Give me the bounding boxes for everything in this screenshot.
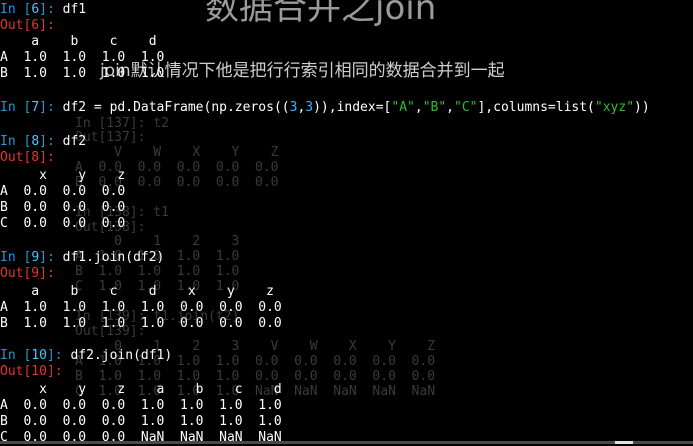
input-line: In [10]: df2.join(df1): [0, 348, 173, 363]
output-row: a b c d: [0, 34, 157, 49]
output-row: x y z: [0, 168, 126, 183]
code-text: df1: [62, 2, 87, 17]
code-text: df1.join(df2): [62, 250, 165, 265]
ghost-line: V W X Y Z: [75, 145, 279, 160]
input-line: In [9]: df1.join(df2): [0, 250, 165, 265]
output-row: a b c d x y z: [0, 284, 274, 299]
output-row: C 0.0 0.0 0.0: [0, 216, 126, 231]
output-prompt: Out[6]:: [0, 18, 55, 33]
ghost-line: 0 1 2 3: [75, 234, 240, 249]
output-row: A 0.0 0.0 0.0: [0, 184, 126, 199]
output-row: B 1.0 1.0 1.0 1.0: [0, 66, 165, 81]
input-line: In [6]: df1: [0, 2, 87, 17]
output-row: x y z a b c d: [0, 382, 282, 397]
code-text: df2: [62, 134, 87, 149]
slide-title: 数据合并之join: [205, 0, 437, 28]
code-text: df2.join(df1): [70, 348, 173, 363]
output-row: B 0.0 0.0 0.0 1.0 1.0 1.0 1.0: [0, 414, 282, 429]
ghost-line: In [137]: t2: [75, 116, 169, 131]
output-row: A 0.0 0.0 0.0 1.0 1.0 1.0 1.0: [0, 398, 282, 413]
output-row: B 0.0 0.0 0.0: [0, 200, 126, 215]
input-line: In [8]: df2: [0, 134, 87, 149]
output-row: A 1.0 1.0 1.0 1.0: [0, 50, 165, 65]
output-prompt: Out[10]:: [0, 364, 63, 379]
output-prompt: Out[8]:: [0, 150, 55, 165]
ghost-line: B 1.0 1.0 1.0 1.0: [75, 264, 240, 279]
output-row: A 1.0 1.0 1.0 1.0 0.0 0.0 0.0: [0, 300, 282, 315]
output-prompt: Out[9]:: [0, 266, 55, 281]
output-row: B 1.0 1.0 1.0 1.0 0.0 0.0 0.0: [0, 316, 282, 331]
input-line: In [7]: df2 = pd.DataFrame(np.zeros((3,3…: [0, 100, 650, 115]
